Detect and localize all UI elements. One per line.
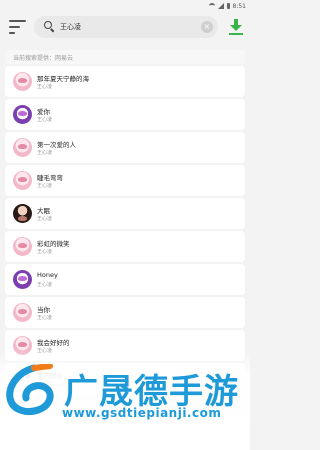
song-title: 当你: [37, 306, 50, 314]
song-row[interactable]: Honey 王心凌: [5, 264, 245, 295]
song-row[interactable]: 第一次爱的人 王心凌: [5, 132, 245, 163]
album-cover: [13, 105, 32, 124]
song-title: 彩虹的微笑: [37, 240, 70, 248]
menu-icon[interactable]: [9, 20, 27, 34]
album-cover: [13, 138, 32, 157]
song-row[interactable]: 大眠 王心凌: [5, 198, 245, 229]
song-artist: 王心凌: [37, 249, 53, 255]
battery-icon: [226, 3, 230, 9]
clear-icon[interactable]: ×: [201, 21, 213, 33]
song-artist: 王心凌: [37, 84, 53, 90]
source-hint-text: 当前搜索提供：网易云: [13, 55, 74, 62]
song-artist: 王心凌: [37, 117, 53, 123]
song-artist: 王心凌: [37, 282, 53, 288]
song-title: 睫毛弯弯: [37, 174, 63, 182]
song-title: 大眠: [37, 207, 50, 215]
song-artist: 王心凌: [37, 216, 53, 222]
song-title: 我会好好的: [37, 339, 70, 347]
song-title: 那年夏天宁静的海: [37, 75, 89, 83]
song-row[interactable]: 彩虹的微笑 王心凌: [5, 231, 245, 262]
status-time: 8:51: [232, 2, 246, 10]
album-cover: [13, 237, 32, 256]
song-list: 那年夏天宁静的海 王心凌 爱你 王心凌 第一次爱的人 王心凌 睫毛弯弯 王心凌 大眠 王心凌 彩虹的…: [5, 66, 245, 396]
song-artist: 王心凌: [37, 150, 53, 156]
album-cover: [13, 270, 32, 289]
song-title: Honey: [37, 271, 58, 279]
song-title: 第一次爱的人: [37, 141, 76, 149]
song-row[interactable]: 当你 王心凌: [5, 297, 245, 328]
album-cover: [13, 204, 32, 223]
status-bar: 8:51: [0, 0, 250, 12]
song-artist: 王心凌: [37, 315, 53, 321]
watermark: 广晟德手游 www.gsdtiepianji.com: [0, 350, 250, 450]
song-title: 爱你: [37, 108, 50, 116]
download-icon[interactable]: [228, 18, 244, 36]
album-cover: [13, 171, 32, 190]
search-query: 王心凌: [60, 23, 81, 31]
song-artist: 王心凌: [37, 183, 53, 189]
song-row[interactable]: 爱你 王心凌: [5, 99, 245, 130]
album-cover: [13, 72, 32, 91]
top-bar: 王心凌 ×: [0, 12, 250, 42]
search-icon: [44, 21, 55, 33]
song-row[interactable]: 睫毛弯弯 王心凌: [5, 165, 245, 196]
watermark-logo-icon: [6, 364, 54, 415]
wifi-icon: [208, 2, 215, 10]
signal-icon: [217, 3, 224, 9]
search-input[interactable]: 王心凌 ×: [34, 16, 218, 38]
album-cover: [13, 303, 32, 322]
source-hint: 当前搜索提供：网易云: [5, 50, 245, 64]
watermark-url: www.gsdtiepianji.com: [62, 406, 222, 420]
song-row[interactable]: 那年夏天宁静的海 王心凌: [5, 66, 245, 97]
